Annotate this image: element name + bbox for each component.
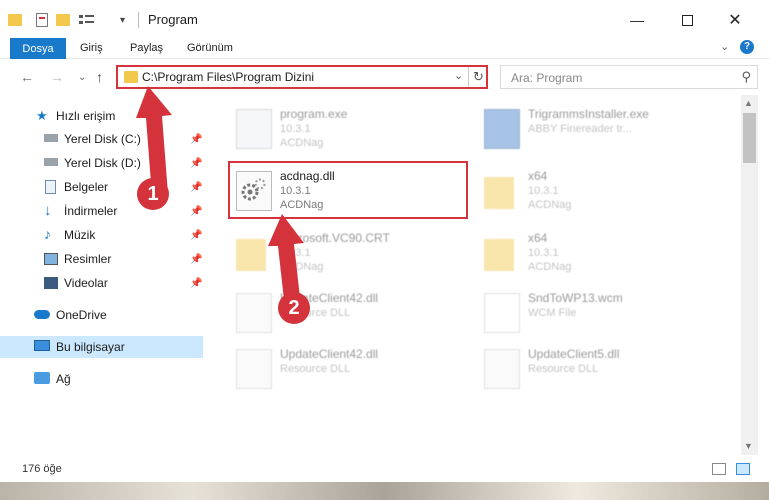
step-1-badge: 1 bbox=[137, 178, 169, 210]
arrow-2 bbox=[268, 214, 304, 300]
desktop-background bbox=[0, 482, 769, 500]
file-explorer-window: ▾ Program — ✕ Dosya Giriş Paylaş Görünüm… bbox=[0, 0, 769, 482]
step-2-badge: 2 bbox=[278, 292, 310, 324]
annotation-arrows bbox=[136, 86, 304, 300]
